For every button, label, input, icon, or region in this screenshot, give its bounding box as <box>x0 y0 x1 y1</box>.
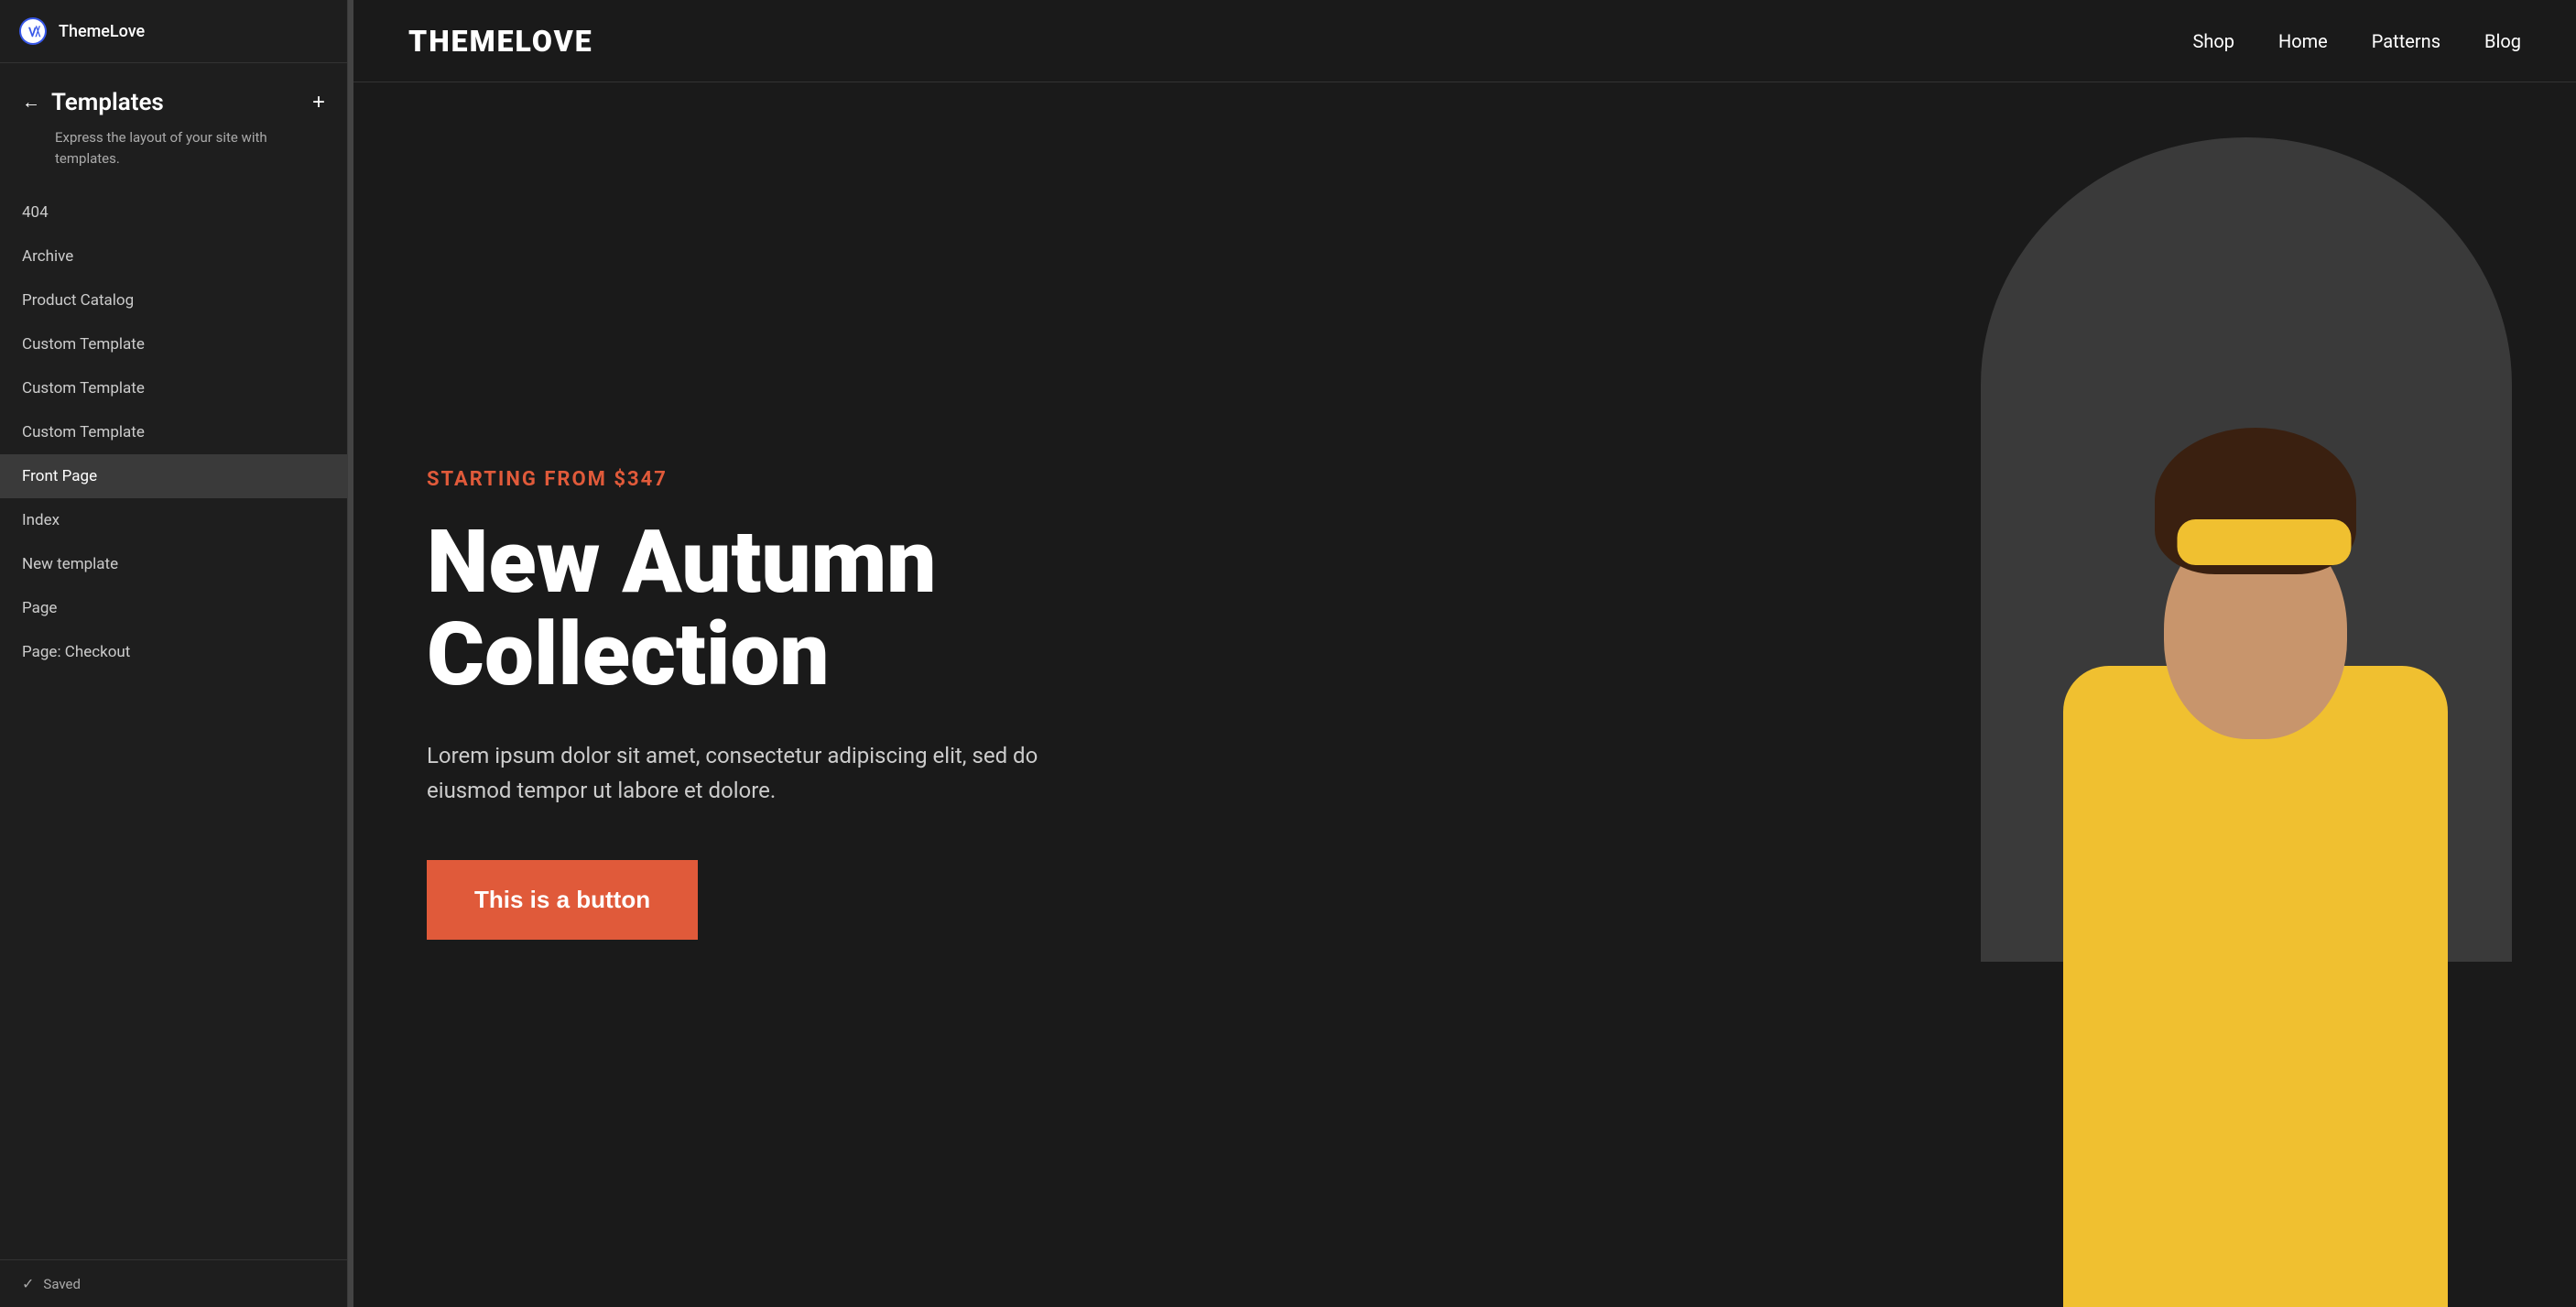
sidebar-item-page[interactable]: Page <box>0 586 347 630</box>
sidebar-item-new-template[interactable]: New template <box>0 542 347 586</box>
back-button[interactable]: ← <box>22 93 40 114</box>
add-template-button[interactable]: + <box>312 92 325 114</box>
sidebar-description: Express the layout of your site with tem… <box>0 124 347 187</box>
hero-body-text: Lorem ipsum dolor sit amet, consectetur … <box>427 738 1068 809</box>
hero-subtitle: Starting from $347 <box>427 468 1862 491</box>
preview-header: THEMELOVE Shop Home Patterns Blog <box>353 0 2576 82</box>
hero-title: New Autumn Collection <box>427 517 1862 702</box>
preview-navigation: Shop Home Patterns Blog <box>2192 30 2521 52</box>
hero-cta-button[interactable]: This is a button <box>427 860 698 940</box>
preview-nav-item-patterns[interactable]: Patterns <box>2372 30 2440 52</box>
sidebar-item-custom-template-3[interactable]: Custom Template <box>0 410 347 454</box>
preview-nav-item-home[interactable]: Home <box>2278 30 2328 52</box>
saved-status-label: Saved <box>43 1276 81 1292</box>
sidebar-item-product-catalog[interactable]: Product Catalog <box>0 278 347 322</box>
site-name-label: ThemeLove <box>59 22 145 41</box>
person-figure <box>1990 464 2521 1307</box>
sidebar-header: ← Templates + <box>0 63 347 124</box>
sidebar-title: Templates <box>51 89 312 116</box>
person-headband <box>2178 519 2352 565</box>
wordpress-logo-icon <box>18 16 48 46</box>
saved-check-icon: ✓ <box>22 1275 34 1292</box>
templates-nav: 404ArchiveProduct CatalogCustom Template… <box>0 187 347 1259</box>
person-body <box>2063 666 2448 1307</box>
sidebar-item-custom-template-1[interactable]: Custom Template <box>0 322 347 366</box>
hero-title-line2: Collection <box>427 604 830 706</box>
hero-image-area <box>1935 82 2576 1307</box>
preview-nav-item-shop[interactable]: Shop <box>2192 30 2234 52</box>
sidebar-item-404[interactable]: 404 <box>0 191 347 234</box>
sidebar-item-index[interactable]: Index <box>0 498 347 542</box>
sidebar-footer: ✓ Saved <box>0 1259 347 1307</box>
preview-site-logo: THEMELOVE <box>408 24 593 59</box>
preview-area: THEMELOVE Shop Home Patterns Blog Starting … <box>353 0 2576 1307</box>
hero-section: Starting from $347 New Autumn Collection… <box>353 82 2576 1307</box>
sidebar-item-front-page[interactable]: Front Page <box>0 454 347 498</box>
hero-title-line1: New Autumn <box>427 511 936 614</box>
sidebar-item-archive[interactable]: Archive <box>0 234 347 278</box>
hero-content: Starting from $347 New Autumn Collection… <box>353 82 1935 1307</box>
plus-icon: + <box>312 90 325 114</box>
preview-nav-item-blog[interactable]: Blog <box>2484 30 2521 52</box>
sidebar-topbar: ThemeLove <box>0 0 347 63</box>
back-icon: ← <box>22 93 40 114</box>
sidebar: ThemeLove ← Templates + Express the layo… <box>0 0 348 1307</box>
sidebar-item-page-checkout[interactable]: Page: Checkout <box>0 630 347 674</box>
sidebar-item-custom-template-2[interactable]: Custom Template <box>0 366 347 410</box>
